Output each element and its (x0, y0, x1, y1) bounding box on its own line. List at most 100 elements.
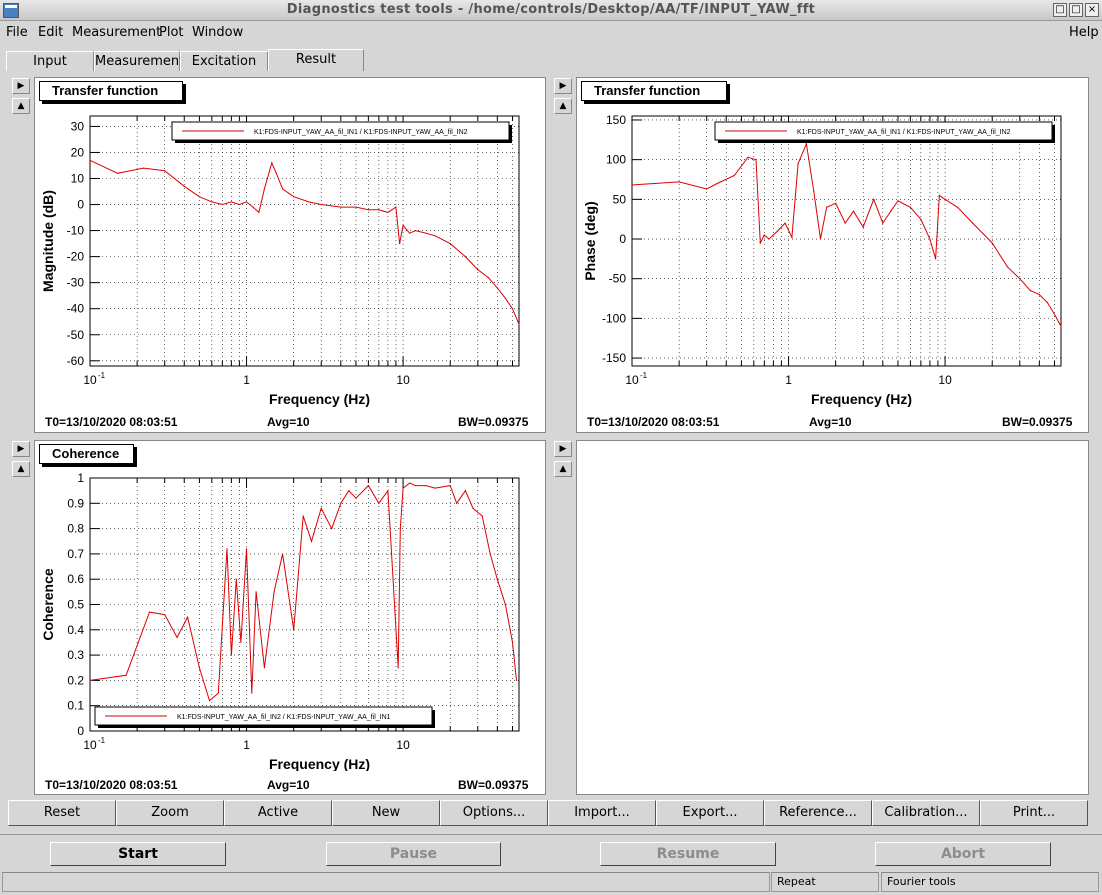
data-point (489, 553, 491, 555)
options-button[interactable]: Options... (440, 800, 548, 826)
menu-window[interactable]: Window (192, 25, 243, 40)
data-point (873, 198, 875, 200)
data-point (1038, 293, 1040, 296)
y-tick-label: 0.2 (67, 673, 84, 687)
x-tick-label: 10 (396, 373, 410, 387)
data-point (425, 232, 427, 234)
y-axis-label: Coherence (40, 568, 56, 641)
data-point (282, 188, 284, 190)
plot-panel-empty[interactable] (576, 440, 1089, 795)
y-axis-label: Magnitude (dB) (40, 190, 56, 292)
avg-label: Avg=10 (267, 778, 310, 792)
data-point (258, 211, 260, 213)
status-fourier-tools: Fourier tools (881, 872, 1099, 892)
data-point (747, 156, 749, 158)
pad-tl-options-icon[interactable]: ▶ (12, 78, 30, 94)
tab-measurement[interactable]: Measurement (94, 51, 184, 71)
pad-br-up-icon[interactable]: ▲ (554, 461, 572, 477)
new-button[interactable]: New (332, 800, 440, 826)
x-tick-label: 10 (83, 373, 97, 387)
plot-panel-coherence[interactable]: Coherence 1 0.9 0.8 0.7 0.6 0.5 0.4 0.3 0.2 0.1 0 1… (34, 440, 546, 795)
data-point (355, 206, 357, 208)
reference-button[interactable]: Reference... (764, 800, 872, 826)
maximize-button[interactable]: □ (1069, 3, 1083, 17)
data-point (1046, 301, 1048, 304)
data-point (464, 490, 466, 492)
menu-edit[interactable]: Edit (38, 25, 63, 40)
menu-bar: File Edit Measurement Plot Window Help (0, 22, 1102, 44)
active-button[interactable]: Active (224, 800, 332, 826)
plot-panel-phase[interactable]: Transfer function 150 100 50 0 -50 -100 -150 10… (576, 77, 1089, 433)
plot-panel-magnitude[interactable]: Transfer function 30 20 10 0 -10 -20 -30 -40 -50… (34, 77, 546, 433)
pad-tr-up-icon[interactable]: ▲ (554, 98, 572, 114)
data-point (263, 188, 265, 190)
y-tick-label: -150 (602, 351, 626, 365)
legend-label: K1:FDS-INPUT_YAW_AA_fil_IN1 / K1:FDS-INP… (797, 129, 1011, 136)
y-tick-label: -40 (67, 302, 85, 316)
data-point (245, 201, 248, 203)
menu-measurement[interactable]: Measurement (72, 25, 161, 40)
y-tick-label: -50 (609, 272, 627, 286)
magnitude-chart[interactable]: 3020100-10-20-30-40-50-6010 -1 1 10Frequenc… (35, 78, 547, 408)
resume-button[interactable]: Resume (600, 842, 776, 866)
data-point (1019, 278, 1021, 280)
zoom-button[interactable]: Zoom (116, 800, 224, 826)
data-point (504, 297, 506, 299)
data-point (399, 243, 401, 245)
data-point (449, 484, 451, 487)
data-point (238, 203, 240, 206)
data-point (164, 170, 166, 172)
pad-bl-options-icon[interactable]: ▶ (12, 441, 30, 457)
data-point (331, 528, 333, 530)
data-point (825, 206, 828, 208)
data-point (929, 238, 931, 240)
data-point (706, 188, 708, 190)
t0-label: T0=13/10/2020 08:03:51 (45, 778, 178, 792)
data-point (678, 181, 680, 183)
print-button[interactable]: Print... (980, 800, 1088, 826)
x-tick-exponent: -1 (98, 371, 106, 380)
calibration-button[interactable]: Calibration... (872, 800, 980, 826)
data-point (148, 611, 151, 613)
reset-button[interactable]: Reset (8, 800, 116, 826)
menu-file[interactable]: File (6, 25, 28, 40)
y-axis-label: Phase (deg) (582, 201, 598, 280)
tab-result[interactable]: Result (268, 49, 364, 71)
minimize-button[interactable]: □ (1053, 3, 1067, 17)
data-point (716, 182, 718, 185)
data-point (252, 206, 254, 208)
data-point (387, 211, 389, 213)
data-point (449, 243, 451, 245)
tab-input[interactable]: Input (6, 51, 94, 71)
data-point (198, 667, 201, 669)
y-tick-label: 0 (619, 232, 626, 246)
pad-tr-options-icon[interactable]: ▶ (554, 78, 572, 94)
x-tick-label: 1 (243, 373, 250, 387)
data-point (275, 172, 277, 174)
data-point (882, 222, 884, 224)
export-button[interactable]: Export... (656, 800, 764, 826)
coherence-chart[interactable]: 10.90.80.70.60.50.40.30.20.1010 -1 1 10Freq… (35, 441, 547, 771)
tab-excitation[interactable]: Excitation (180, 51, 268, 71)
data-point (408, 232, 411, 234)
data-point (89, 159, 91, 161)
pause-button[interactable]: Pause (326, 842, 501, 866)
pad-tl-up-icon[interactable]: ▲ (12, 98, 30, 114)
menu-plot[interactable]: Plot (159, 25, 184, 40)
data-point (472, 507, 474, 509)
y-tick-label: 100 (606, 153, 626, 167)
phase-chart[interactable]: 150100500-50-100-15010 -1 1 10Frequency (Hz… (577, 78, 1089, 408)
menu-help[interactable]: Help (1069, 25, 1099, 40)
data-point (862, 226, 864, 228)
x-tick-label: 1 (785, 373, 792, 387)
t0-label: T0=13/10/2020 08:03:51 (45, 415, 178, 429)
close-button[interactable]: × (1085, 3, 1099, 17)
abort-button[interactable]: Abort (875, 842, 1051, 866)
import-button[interactable]: Import... (548, 800, 656, 826)
data-point (355, 497, 357, 499)
pad-br-options-icon[interactable]: ▶ (554, 441, 572, 457)
data-point (230, 201, 232, 203)
start-button[interactable]: Start (50, 842, 226, 866)
pad-bl-up-icon[interactable]: ▲ (12, 461, 30, 477)
data-point (367, 209, 369, 211)
